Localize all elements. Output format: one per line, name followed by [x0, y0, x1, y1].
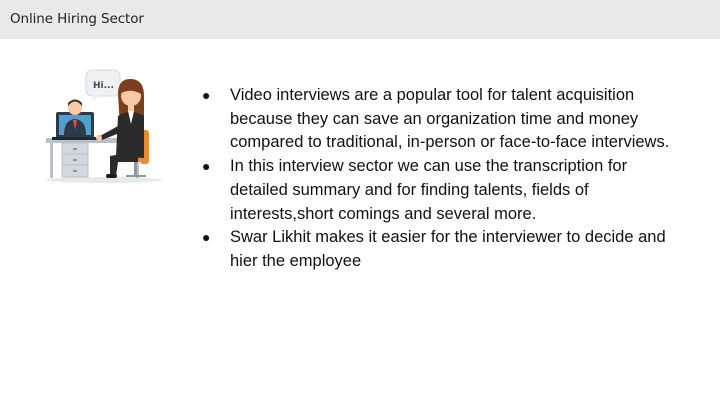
speech-bubble-text: Hi...	[93, 81, 114, 91]
bullet-marker: ●	[202, 229, 211, 246]
bullet-marker: ●	[202, 158, 211, 175]
bullet-item: ● Swar Likhit makes it easier for the in…	[200, 226, 670, 273]
slide-header: Online Hiring Sector	[0, 0, 720, 39]
video-interview-illustration-svg: Hi...	[46, 69, 162, 183]
laptop	[52, 99, 98, 140]
bullet-marker: ●	[202, 87, 211, 103]
bullet-list: ● Video interviews are a popular tool fo…	[200, 84, 670, 274]
bullet-text: In this interview sector we can use the …	[230, 157, 628, 223]
video-interview-illustration: Hi...	[40, 66, 172, 184]
bullet-item: ● In this interview sector we can use th…	[200, 155, 670, 226]
speech-bubble: Hi...	[85, 69, 121, 102]
bullet-text: Swar Likhit makes it easier for the inte…	[230, 228, 666, 270]
bullet-text: Video interviews are a popular tool for …	[230, 86, 670, 152]
bullet-item: ● Video interviews are a popular tool fo…	[200, 84, 670, 155]
page-title: Online Hiring Sector	[10, 11, 144, 27]
